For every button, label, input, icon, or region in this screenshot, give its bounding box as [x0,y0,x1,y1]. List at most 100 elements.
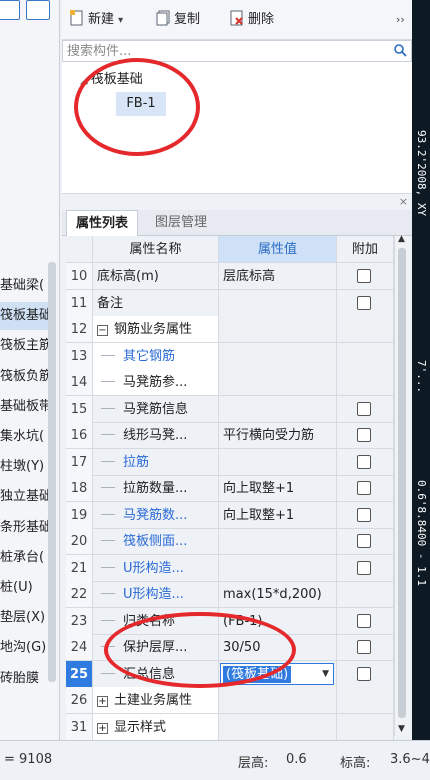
property-name[interactable]: 底标高(m) [93,263,219,290]
property-name[interactable]: 马凳筋参... [93,369,219,396]
new-dropdown-icon[interactable]: ▾ [118,15,123,26]
tab-layer-management[interactable]: 图层管理 [146,210,216,236]
extra-checkbox[interactable] [357,481,371,495]
tab-property-list[interactable]: 属性列表 [66,210,139,236]
nav-item[interactable]: 筏板主筋 [0,332,48,360]
extra-checkbox[interactable] [357,560,371,575]
nav-item[interactable]: 筏板基础 [0,302,48,331]
property-value[interactable] [219,342,337,370]
property-value[interactable]: 向上取整+1 [219,475,337,502]
property-name[interactable]: 马凳筋数... [93,501,219,529]
property-value[interactable] [219,448,337,476]
expand-icon[interactable]: + [97,696,108,707]
table-row[interactable]: 12− 钢筋业务属性 [66,316,394,343]
property-value[interactable]: 向上取整+1 [219,501,337,529]
property-name[interactable]: 线形马凳... [93,422,219,449]
row-number: 20 [66,528,93,555]
scroll-down-icon[interactable]: ▼ [398,724,405,734]
nav-item[interactable]: 集水坑( [0,423,48,451]
property-name-text: 拉筋数量... [123,481,188,496]
property-name[interactable]: 其它钢筋 [93,342,219,370]
extra-cell [337,475,394,502]
scroll-up-icon[interactable]: ▲ [398,234,405,244]
nav-item[interactable]: 条形基础 [0,514,48,542]
search-box [62,40,412,62]
table-row[interactable]: 26 + 土建业务属性 [66,687,394,714]
property-value[interactable]: 平行横向受力筋 [219,422,337,449]
nav-item[interactable]: 桩承台( [0,544,48,572]
table-row[interactable]: 11 备注 [66,289,394,317]
panel-splitter[interactable]: × [62,194,412,210]
nav-item[interactable]: 柱墩(Y) [0,453,48,481]
detail-view-icon[interactable] [26,0,50,20]
property-value[interactable] [219,289,337,317]
dropdown-arrow-icon[interactable]: ▼ [322,664,329,684]
extra-cell [337,501,394,529]
extra-checkbox[interactable] [357,269,371,283]
extra-checkbox[interactable] [357,640,371,654]
property-value[interactable] [219,316,337,343]
table-row[interactable]: 10 底标高(m) 层底标高 [66,263,394,290]
property-name[interactable]: + 土建业务属性 [93,687,219,714]
grid-scrollbar[interactable]: ▲ ▼ [394,234,408,736]
extra-checkbox[interactable] [357,454,371,469]
table-row[interactable]: 15 马凳筋信息 [66,395,394,423]
table-row[interactable]: 31 + 显示样式 [66,713,394,741]
extra-checkbox[interactable] [357,534,371,548]
grid-scroll-thumb[interactable] [398,248,406,718]
table-row[interactable]: 22 U形构造... max(15*d,200) [66,581,394,608]
more-tools-icon[interactable]: ›› [396,10,405,30]
table-row[interactable]: 21 U形构造... [66,554,394,582]
delete-icon [230,10,243,26]
extra-checkbox[interactable] [357,295,371,310]
left-scrollbar[interactable] [48,262,56,682]
extra-checkbox[interactable] [357,401,371,416]
property-name[interactable]: 筏板侧面... [93,528,219,555]
close-icon[interactable]: × [399,195,408,208]
nav-item[interactable]: 地沟(G) [0,634,48,662]
property-value[interactable] [219,554,337,582]
nav-item[interactable]: 基础板带 [0,393,48,421]
property-name[interactable]: 拉筋数量... [93,475,219,502]
property-name[interactable]: 备注 [93,289,219,317]
extra-checkbox[interactable] [357,507,371,522]
extra-checkbox[interactable] [357,613,371,628]
property-name[interactable]: 拉筋 [93,448,219,476]
nav-item[interactable]: 筏板负筋 [0,363,48,391]
nav-item[interactable]: 独立基础 [0,483,48,511]
table-row[interactable]: 13 其它钢筋 [66,342,394,370]
property-value[interactable]: max(15*d,200) [219,581,337,608]
property-name[interactable]: 马凳筋信息 [93,395,219,423]
property-value[interactable] [219,369,337,396]
property-value[interactable] [219,687,337,714]
property-value[interactable]: 层底标高 [219,263,337,290]
new-button[interactable]: 新建 ▾ [70,10,123,30]
copy-button[interactable]: 复制 [156,10,200,30]
table-row[interactable]: 18 拉筋数量... 向上取整+1 [66,475,394,502]
property-name[interactable]: U形构造... [93,581,219,608]
nav-item[interactable]: 砖胎膜 [0,665,48,693]
collapse-icon[interactable]: − [97,325,108,336]
property-value[interactable] [219,528,337,555]
expand-icon[interactable]: + [97,722,108,734]
table-row[interactable]: 19 马凳筋数... 向上取整+1 [66,501,394,529]
property-name[interactable]: − 钢筋业务属性 [93,316,219,343]
nav-item[interactable]: 基础梁( [0,272,48,300]
search-input[interactable] [63,41,373,61]
property-name[interactable]: U形构造... [93,554,219,582]
delete-button[interactable]: 删除 [230,10,274,30]
property-value[interactable] [219,395,337,423]
property-name[interactable]: + 显示样式 [93,713,219,741]
nav-item[interactable]: 垫层(X) [0,604,48,632]
property-value[interactable] [219,713,337,741]
tree-line [101,407,115,409]
extra-checkbox[interactable] [357,428,371,442]
search-icon[interactable] [394,44,407,57]
table-row[interactable]: 17 拉筋 [66,448,394,476]
nav-item[interactable]: 桩(U) [0,574,48,602]
table-row[interactable]: 16 线形马凳... 平行横向受力筋 [66,422,394,449]
table-row[interactable]: 20 筏板侧面... [66,528,394,555]
table-row[interactable]: 14 马凳筋参... [66,369,394,396]
extra-checkbox[interactable] [357,666,371,681]
list-view-icon[interactable] [0,0,20,20]
